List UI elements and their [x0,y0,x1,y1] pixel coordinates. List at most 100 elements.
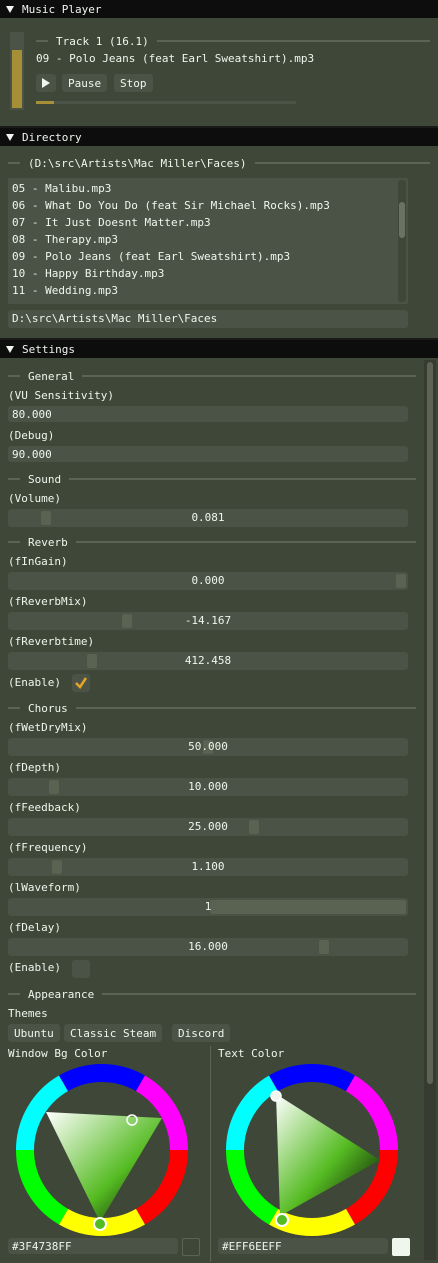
reverb-enable-label: (Enable) [8,676,61,689]
text-color-hex-input[interactable]: #EFF6EEFF [218,1238,388,1254]
themes-label: Themes [8,1007,48,1020]
collapse-arrow-icon[interactable] [6,345,14,353]
window-bg-color-label: Window Bg Color [8,1047,108,1060]
stop-button[interactable]: Stop [114,74,153,92]
general-separator: General [8,369,416,383]
ingain-label: (fInGain) [8,555,68,568]
volume-slider[interactable]: 0.081 [8,509,408,527]
playback-progress-fill [36,101,55,104]
music-player-body: Track 1 (16.1) 09 - Polo Jeans (feat Ear… [0,18,438,126]
text-color-swatch[interactable] [392,1238,410,1256]
text-color-wheel[interactable] [224,1062,400,1238]
frequency-slider[interactable]: 1.100 [8,858,408,876]
column-divider [210,1046,211,1262]
volume-label: (Volume) [8,492,61,505]
window-bg-color-wheel[interactable] [14,1062,190,1238]
pause-button[interactable]: Pause [62,74,108,92]
reverb-enable-checkbox[interactable] [72,674,90,692]
hue-cursor[interactable] [93,1217,107,1231]
appearance-header: Appearance [28,987,95,1001]
feedback-slider[interactable]: 25.000 [8,818,408,836]
feedback-label: (fFeedback) [8,801,81,814]
path-input[interactable]: D:\src\Artists\Mac Miller\Faces [8,310,408,328]
window-bg-swatch[interactable] [182,1238,200,1256]
vu-meter [10,32,24,110]
checkmark-icon [75,677,88,689]
vu-sensitivity-input[interactable]: 80.000 [8,406,408,422]
settings-title: Settings [22,342,75,356]
wetdry-label: (fWetDryMix) [8,721,88,734]
window-bg-hex-input[interactable]: #3F4738FF [8,1238,178,1254]
text-color-label: Text Color [218,1047,285,1060]
delay-label: (fDelay) [8,921,61,934]
music-player-window: Music Player Track 1 (16.1) 09 - Polo Je… [0,0,438,126]
vu-meter-fill [12,50,22,108]
settings-scroll-thumb[interactable] [427,362,433,1084]
file-list-scroll-thumb[interactable] [399,202,405,238]
file-list-item[interactable]: 09 - Polo Jeans (feat Earl Sweatshirt).m… [8,248,396,265]
chorus-enable-label: (Enable) [8,961,61,974]
file-list-item[interactable]: 05 - Malibu.mp3 [8,180,396,197]
reverb-mix-slider[interactable]: -14.167 [8,612,408,630]
directory-window: Directory (D:\src\Artists\Mac Miller\Fac… [0,128,438,338]
playback-progress[interactable] [36,101,296,104]
appearance-separator: Appearance [8,987,416,1001]
settings-scrollbar[interactable] [424,360,436,1260]
reverb-time-label: (fReverbtime) [8,635,95,648]
depth-slider[interactable]: 10.000 [8,778,408,796]
file-list-item[interactable]: 11 - Wedding.mp3 [8,282,396,299]
sound-separator: Sound [8,472,416,486]
sv-cursor[interactable] [270,1090,282,1102]
settings-titlebar[interactable]: Settings [0,340,438,358]
file-list-scrollbar[interactable] [398,180,406,302]
collapse-arrow-icon[interactable] [6,133,14,141]
path-separator: (D:\src\Artists\Mac Miller\Faces) [8,156,430,170]
file-list-item[interactable]: 07 - It Just Doesnt Matter.mp3 [8,214,396,231]
delay-slider[interactable]: 16.000 [8,938,408,956]
reverb-time-slider[interactable]: 412.458 [8,652,408,670]
file-list-item[interactable]: 08 - Therapy.mp3 [8,231,396,248]
path-header: (D:\src\Artists\Mac Miller\Faces) [28,156,247,170]
delay-value: 16.000 [188,940,228,953]
theme-classic-steam-button[interactable]: Classic Steam [64,1024,163,1042]
file-list-item[interactable]: 06 - What Do You Do (feat Sir Michael Ro… [8,197,396,214]
debug-label: (Debug) [8,429,55,442]
depth-value: 10.000 [188,780,228,793]
file-list[interactable]: 05 - Malibu.mp3 06 - What Do You Do (feat… [8,178,408,304]
track-header: Track 1 (16.1) [56,34,149,48]
music-player-title: Music Player [22,2,102,16]
settings-window: Settings General (VU Sensitivity) 80.000… [0,340,438,1263]
music-player-titlebar[interactable]: Music Player [0,0,438,18]
feedback-value: 25.000 [188,820,228,833]
sound-header: Sound [28,472,62,486]
play-icon [42,78,50,88]
chorus-enable-checkbox[interactable] [72,960,90,978]
directory-body: (D:\src\Artists\Mac Miller\Faces) 05 - M… [0,146,438,338]
play-button[interactable] [36,74,56,92]
reverb-mix-label: (fReverbMix) [8,595,88,608]
debug-input[interactable]: 90.000 [8,446,408,462]
ingain-value: 0.000 [191,574,225,587]
waveform-value: 1 [204,900,212,913]
wetdry-value: 50.000 [188,740,228,753]
ingain-slider[interactable]: 0.000 [8,572,408,590]
track-separator: Track 1 (16.1) [36,34,430,48]
hue-cursor[interactable] [275,1213,289,1227]
theme-discord-button[interactable]: Discord [172,1024,231,1042]
directory-titlebar[interactable]: Directory [0,128,438,146]
frequency-value: 1.100 [191,860,225,873]
frequency-label: (fFrequency) [8,841,88,854]
chorus-separator: Chorus [8,701,416,715]
wetdry-slider[interactable]: 50.000 [8,738,408,756]
waveform-label: (lWaveform) [8,881,81,894]
directory-title: Directory [22,130,82,144]
now-playing-text: 09 - Polo Jeans (feat Earl Sweatshirt).m… [36,52,315,65]
theme-ubuntu-button[interactable]: Ubuntu [8,1024,60,1042]
reverb-mix-value: -14.167 [184,614,232,627]
waveform-slider[interactable]: 1 [8,898,408,916]
vu-sensitivity-label: (VU Sensitivity) [8,389,114,402]
depth-label: (fDepth) [8,761,61,774]
collapse-arrow-icon[interactable] [6,5,14,13]
general-header: General [28,369,75,383]
file-list-item[interactable]: 10 - Happy Birthday.mp3 [8,265,396,282]
